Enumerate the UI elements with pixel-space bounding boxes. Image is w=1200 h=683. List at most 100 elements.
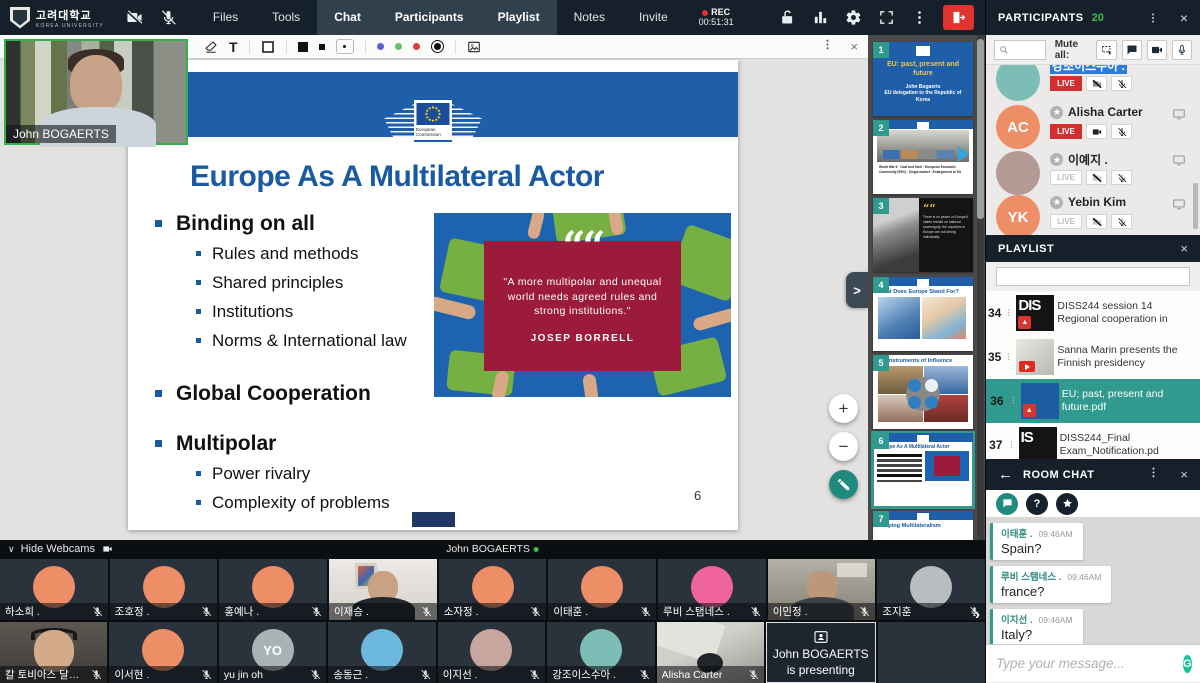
participant-row[interactable]: 강조이스수아 . LIVE bbox=[986, 65, 1200, 101]
lock-icon[interactable] bbox=[778, 0, 796, 35]
stats-icon[interactable] bbox=[811, 0, 829, 35]
item-kebab-icon[interactable] bbox=[1004, 348, 1013, 366]
playlist-close-icon[interactable]: × bbox=[1180, 241, 1188, 256]
thumbnail-slide-7[interactable]: 7 Shaping Multilateralism bbox=[873, 511, 973, 540]
menu-chat[interactable]: Chat bbox=[317, 0, 378, 35]
chat-message-input[interactable] bbox=[996, 656, 1175, 671]
menu-files[interactable]: Files bbox=[196, 0, 255, 35]
thumbnail-slide-2[interactable]: 2 World War II · Coal and Steel · Europe… bbox=[873, 120, 973, 194]
leave-room-button[interactable] bbox=[943, 5, 974, 30]
participant-row[interactable]: YK Yebin Kim LIVE bbox=[986, 193, 1200, 235]
webcam-tile[interactable]: 강조이스수아 . bbox=[547, 622, 654, 683]
participant-row[interactable]: 이예지 . LIVE bbox=[986, 149, 1200, 195]
thumbnail-slide-6-current[interactable]: 6 Europe As A Multilateral Actor bbox=[873, 433, 973, 507]
help-button[interactable]: ? bbox=[1026, 493, 1048, 515]
fullscreen-icon[interactable] bbox=[877, 0, 895, 35]
camera-off-chip[interactable] bbox=[1086, 214, 1107, 229]
webcam-tile-video[interactable]: Alisha Carter bbox=[657, 622, 764, 683]
participant-search-input[interactable] bbox=[994, 40, 1046, 60]
mic-off-chip[interactable] bbox=[1111, 76, 1132, 91]
thumbnail-slide-1[interactable]: 1 EU: past, present and future John Boga… bbox=[873, 42, 973, 116]
participants-close-icon[interactable]: × bbox=[1180, 10, 1188, 26]
toolbar-more-icon[interactable] bbox=[821, 38, 834, 56]
color-green[interactable] bbox=[395, 43, 402, 50]
chat-all-button[interactable] bbox=[1122, 40, 1142, 60]
camera-off-chip[interactable] bbox=[1086, 76, 1107, 91]
thumbnail-slide-5[interactable]: 5 EU Instruments of Influence bbox=[873, 355, 973, 429]
presenter-webcam[interactable]: John BOGAERTS bbox=[4, 39, 188, 145]
chat-more-icon[interactable] bbox=[1147, 466, 1160, 484]
back-arrow-icon[interactable]: ← bbox=[998, 466, 1013, 483]
webcam-tile-video[interactable]: 이재승 . bbox=[329, 559, 437, 620]
mic-all-button[interactable] bbox=[1172, 40, 1192, 60]
chat-close-icon[interactable]: × bbox=[1180, 467, 1188, 482]
webcam-tile-video[interactable]: 칼 토비아스 달크비스... bbox=[0, 622, 107, 683]
select-view-button[interactable] bbox=[1096, 40, 1116, 60]
webcam-tile[interactable]: 소자정 . bbox=[439, 559, 547, 620]
stroke-size-small-selected[interactable] bbox=[336, 39, 354, 54]
menu-playlist[interactable]: Playlist bbox=[481, 0, 557, 35]
playlist-search-input[interactable] bbox=[996, 267, 1190, 286]
thumbnail-scrollbar[interactable] bbox=[977, 39, 984, 219]
webcam-tile[interactable]: 이태훈 . bbox=[548, 559, 656, 620]
zoom-out-button[interactable]: − bbox=[829, 432, 858, 461]
item-kebab-icon[interactable] bbox=[1007, 436, 1016, 454]
more-kebab-icon[interactable] bbox=[910, 0, 928, 35]
menu-notes[interactable]: Notes bbox=[557, 0, 622, 35]
playlist-item[interactable]: 35 Sanna Marin presents the Finnish pres… bbox=[986, 335, 1200, 379]
camera-off-chip[interactable] bbox=[1086, 170, 1107, 185]
pen-tool-button[interactable] bbox=[829, 470, 858, 499]
item-kebab-icon[interactable] bbox=[1004, 304, 1013, 322]
menu-participants[interactable]: Participants bbox=[378, 0, 481, 35]
menu-invite[interactable]: Invite bbox=[622, 0, 685, 35]
shape-tool-icon[interactable] bbox=[261, 40, 275, 54]
webcam-tile[interactable]: 루비 스탬네스 . bbox=[658, 559, 766, 620]
playlist-item[interactable]: 37 IS DISS244_Final Exam_Notification.pd bbox=[986, 423, 1200, 459]
webcam-tile[interactable]: 조호정 . bbox=[110, 559, 218, 620]
collapse-thumbnails-tab[interactable]: > bbox=[846, 272, 868, 308]
stroke-size-large[interactable] bbox=[298, 42, 308, 52]
toolbar-close-icon[interactable]: × bbox=[850, 39, 858, 54]
participants-more-icon[interactable] bbox=[1146, 0, 1160, 35]
webcam-tile[interactable]: 송동근 . bbox=[328, 622, 435, 683]
webcam-tile-video[interactable]: 이민정 . bbox=[768, 559, 876, 620]
participant-scrollbar[interactable] bbox=[1193, 183, 1198, 229]
color-black-selected[interactable] bbox=[431, 40, 444, 53]
camera-on-chip[interactable] bbox=[1086, 124, 1107, 139]
mic-off-chip[interactable] bbox=[1111, 214, 1132, 229]
screen-icon[interactable] bbox=[1172, 107, 1186, 126]
hide-webcams-toggle[interactable]: Hide Webcams bbox=[21, 543, 95, 555]
camera-all-button[interactable] bbox=[1147, 40, 1167, 60]
scroll-webcams-next-icon[interactable]: › bbox=[975, 606, 980, 623]
webcam-tile[interactable]: 이지선 . bbox=[438, 622, 545, 683]
item-kebab-icon[interactable] bbox=[1009, 392, 1018, 410]
mic-off-chip[interactable] bbox=[1111, 124, 1132, 139]
menu-tools[interactable]: Tools bbox=[255, 0, 317, 35]
playlist-item-selected[interactable]: 36 ▲ EU; past, present and future.pdf bbox=[986, 379, 1200, 423]
participant-row[interactable]: AC Alisha Carter LIVE bbox=[986, 103, 1200, 149]
webcam-tile[interactable]: YO yu jin oh bbox=[219, 622, 326, 683]
playlist-item[interactable]: 34 DIS▲ DISS244 session 14 Regional coop… bbox=[986, 291, 1200, 335]
mic-off-icon[interactable] bbox=[152, 0, 186, 35]
settings-gear-icon[interactable] bbox=[844, 0, 862, 35]
thumbnail-slide-4[interactable]: 4 What Does Europe Stand For? bbox=[873, 277, 973, 351]
chevron-down-icon[interactable]: ∨ bbox=[8, 544, 15, 555]
webcam-tile[interactable]: 홍예나 . bbox=[219, 559, 327, 620]
chat-bubble-button[interactable] bbox=[996, 493, 1018, 515]
stroke-size-medium[interactable] bbox=[319, 44, 325, 50]
color-blue[interactable] bbox=[377, 43, 384, 50]
mic-off-chip[interactable] bbox=[1111, 170, 1132, 185]
zoom-in-button[interactable]: + bbox=[829, 394, 858, 423]
thumbnail-slide-3[interactable]: 3 ““There is no peace in Europe if state… bbox=[873, 198, 973, 272]
webcam-tile[interactable]: 하소희 . bbox=[0, 559, 108, 620]
webcam-tile[interactable]: 이서현 . bbox=[109, 622, 216, 683]
webcam-tile[interactable]: 조지훈 bbox=[877, 559, 985, 620]
screen-icon[interactable] bbox=[1172, 197, 1186, 216]
star-button[interactable] bbox=[1056, 493, 1078, 515]
color-red[interactable] bbox=[413, 43, 420, 50]
eraser-tool-icon[interactable] bbox=[204, 40, 218, 54]
camera-off-icon[interactable] bbox=[118, 0, 152, 35]
insert-image-icon[interactable] bbox=[467, 40, 481, 54]
screen-icon[interactable] bbox=[1172, 153, 1186, 172]
text-tool[interactable]: T bbox=[229, 39, 238, 55]
